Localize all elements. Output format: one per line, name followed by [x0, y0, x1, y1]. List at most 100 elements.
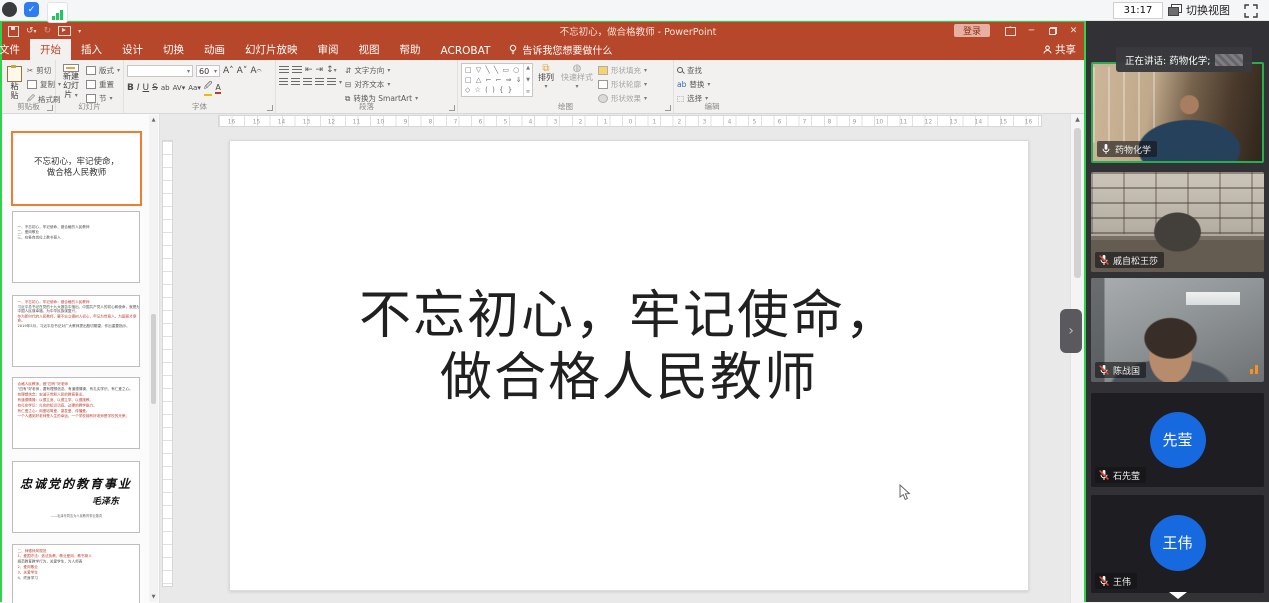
- increase-indent-icon[interactable]: ⇥: [316, 65, 324, 75]
- line-spacing-icon[interactable]: ↕▾: [326, 65, 337, 75]
- undo-icon[interactable]: ↺▾: [26, 26, 37, 36]
- bold-button[interactable]: B: [127, 83, 134, 93]
- restore-icon[interactable]: [1042, 22, 1063, 40]
- slide-thumbnail-3[interactable]: 一、不忘初心，牢记使命：做合格的人民教师习近平总书记在党的十九大报告中指出，中国…: [12, 295, 140, 367]
- numbering-icon[interactable]: [292, 66, 302, 74]
- font-color-button[interactable]: A: [215, 83, 220, 94]
- mouse-cursor: [899, 484, 911, 506]
- shape-outline-button[interactable]: 形状轮廓▾: [598, 79, 647, 90]
- tab-开始[interactable]: 开始: [30, 39, 71, 60]
- thumbnail-scrollbar[interactable]: ▲▼: [149, 115, 158, 602]
- align-right-icon[interactable]: [303, 78, 312, 86]
- quick-styles-button[interactable]: ◍快速样式▾: [559, 63, 595, 101]
- reset-button[interactable]: 重置: [86, 79, 120, 90]
- align-center-icon[interactable]: [291, 78, 300, 86]
- ruler-number: 5: [746, 118, 764, 124]
- start-slideshow-icon[interactable]: [58, 26, 71, 36]
- shape-icons-row[interactable]: ◇ ☆ ( ) { }: [465, 85, 529, 95]
- ribbon-display-options-icon[interactable]: [1000, 22, 1021, 40]
- sidebar-collapse-toggle[interactable]: ›: [1060, 309, 1082, 353]
- mic-icon: [1098, 469, 1110, 481]
- shrink-font-button[interactable]: A˅: [237, 66, 248, 76]
- sign-in-button[interactable]: 登录: [954, 24, 990, 37]
- shapes-gallery[interactable]: ▲▼≡ □ ▽ ╲ ╲ ▭ ○□ △ ⌐ ⌐ ⇒ ⇓◇ ☆ ( ) { }: [461, 63, 533, 97]
- participant-tile[interactable]: 陈战国: [1091, 278, 1264, 382]
- slide-thumbnail-2[interactable]: 一、不忘初心，牢记使命，做合格的人民教师二、爱岗敬业三、在各自岗位上教书育人: [12, 211, 140, 283]
- shapes-scrollbar[interactable]: ▲▼≡: [523, 64, 532, 96]
- decrease-indent-icon[interactable]: ⇤: [305, 65, 313, 75]
- text-shadow-button[interactable]: ab: [161, 84, 170, 92]
- drawing-dialog-launcher[interactable]: [665, 105, 671, 111]
- font-name-combo[interactable]: ▾: [127, 65, 193, 77]
- new-slide-button[interactable]: 新建幻灯片 ▾: [59, 63, 83, 101]
- tab-幻灯片放映[interactable]: 幻灯片放映: [235, 39, 308, 60]
- ruler-number: 9: [397, 118, 415, 124]
- tab-帮助[interactable]: 帮助: [390, 39, 431, 60]
- slide-title-text[interactable]: 不忘初心，牢记使命， 做合格人民教师: [230, 285, 1028, 409]
- tab-视图[interactable]: 视图: [349, 39, 390, 60]
- font-dialog-launcher[interactable]: [267, 105, 273, 111]
- meeting-timer: 31:17: [1113, 2, 1163, 19]
- align-left-icon[interactable]: [279, 78, 288, 86]
- participant-tile[interactable]: 药物化学: [1091, 62, 1264, 163]
- slide-thumbnail-5[interactable]: 忠诚党的教育事业毛泽东——毛泽东同志为人民教育事业题词: [12, 461, 140, 533]
- clipboard-dialog-launcher[interactable]: [47, 105, 53, 111]
- slide-thumbnail-1[interactable]: 不忘初心，牢记使命，做合格人民教师: [11, 131, 142, 206]
- paste-button[interactable]: 粘贴: [5, 63, 24, 101]
- title-bar: ↺▾ ↻ ▾ 不忘初心，做合格教师 - PowerPoint 登录 ─ ✕: [2, 22, 1084, 40]
- minimize-icon[interactable]: ─: [1021, 22, 1042, 40]
- find-button[interactable]: 查找: [677, 65, 710, 76]
- shield-icon[interactable]: ✓: [24, 2, 39, 17]
- ruler-number: 6: [472, 118, 490, 124]
- bullets-icon[interactable]: [279, 66, 289, 74]
- qat-customize-icon[interactable]: ▾: [78, 28, 81, 35]
- change-case-button[interactable]: Aa▾: [188, 84, 201, 92]
- participant-tile[interactable]: 戚自松王莎: [1091, 172, 1264, 272]
- tab-动画[interactable]: 动画: [194, 39, 235, 60]
- tab-审阅[interactable]: 审阅: [308, 39, 349, 60]
- underline-button[interactable]: U: [143, 83, 150, 93]
- grow-font-button[interactable]: A˄: [223, 66, 234, 76]
- fullscreen-icon[interactable]: [1244, 3, 1258, 17]
- share-button[interactable]: 共享: [1043, 42, 1076, 57]
- redo-icon[interactable]: ↻: [44, 26, 52, 36]
- text-direction-button[interactable]: ⇵ 文字方向▾: [345, 65, 418, 76]
- highlight-color-button[interactable]: 🖉: [204, 80, 213, 96]
- arrange-button[interactable]: ⧉排列▾: [536, 63, 556, 101]
- justify-icon[interactable]: [315, 78, 324, 86]
- close-icon[interactable]: ✕: [1063, 22, 1084, 40]
- participant-tile[interactable]: 王伟 王伟: [1091, 495, 1264, 593]
- strikethrough-button[interactable]: S: [152, 83, 158, 93]
- switch-view-button[interactable]: 切换视图: [1168, 1, 1230, 18]
- layout-button[interactable]: 版式▾: [86, 65, 120, 76]
- meeting-sidebar: 正在讲话: 药物化学; 药物化学 戚自松王莎: [1086, 20, 1269, 602]
- align-text-button[interactable]: ⊟ 对齐文本▾: [345, 79, 418, 90]
- signal-bars-icon[interactable]: [47, 2, 68, 23]
- canvas-scrollbar[interactable]: ▲: [1070, 114, 1084, 603]
- italic-button[interactable]: I: [137, 83, 140, 93]
- slide-thumbnail-6[interactable]: 二、师德师风规范1、爱国守法：依法执教、敬业爱岗、教书育人规范教育教学行为，关爱…: [12, 544, 140, 603]
- shape-icons-row[interactable]: □ △ ⌐ ⌐ ⇒ ⇓: [465, 75, 529, 85]
- tab-插入[interactable]: 插入: [71, 39, 112, 60]
- slide-thumbnail-4[interactable]: 合格人民教师，做“四有”好老师“四有”好老师，要有理想信念、有道德情操、有扎实学…: [12, 377, 140, 449]
- paragraph-dialog-launcher[interactable]: [449, 105, 455, 111]
- current-slide[interactable]: 不忘初心，牢记使命， 做合格人民教师: [229, 140, 1029, 591]
- tab-设计[interactable]: 设计: [112, 39, 153, 60]
- shape-fill-button[interactable]: 形状填充▾: [598, 65, 647, 76]
- font-size-combo[interactable]: 60▾: [196, 65, 220, 77]
- replace-button[interactable]: ab替换▾: [677, 79, 710, 90]
- ruler-number: 4: [721, 118, 739, 124]
- shape-icons-row[interactable]: □ ▽ ╲ ╲ ▭ ○: [465, 65, 529, 75]
- save-icon[interactable]: [8, 26, 19, 37]
- clear-format-button[interactable]: A𝄐: [250, 66, 261, 76]
- tab-切换[interactable]: 切换: [153, 39, 194, 60]
- tell-me-box[interactable]: 告诉我您想要做什么: [500, 42, 620, 60]
- switch-view-icon: [1168, 4, 1182, 16]
- scroll-more-participants-icon[interactable]: [1169, 592, 1187, 599]
- tab-ACROBAT[interactable]: ACROBAT: [431, 42, 501, 60]
- columns-icon[interactable]: [327, 78, 336, 86]
- character-spacing-button[interactable]: AV▾: [173, 84, 186, 92]
- participant-tile[interactable]: 先莹 石先莹: [1091, 393, 1264, 487]
- tab-文件[interactable]: 文件: [0, 39, 30, 60]
- app-circle-icon[interactable]: [2, 2, 17, 17]
